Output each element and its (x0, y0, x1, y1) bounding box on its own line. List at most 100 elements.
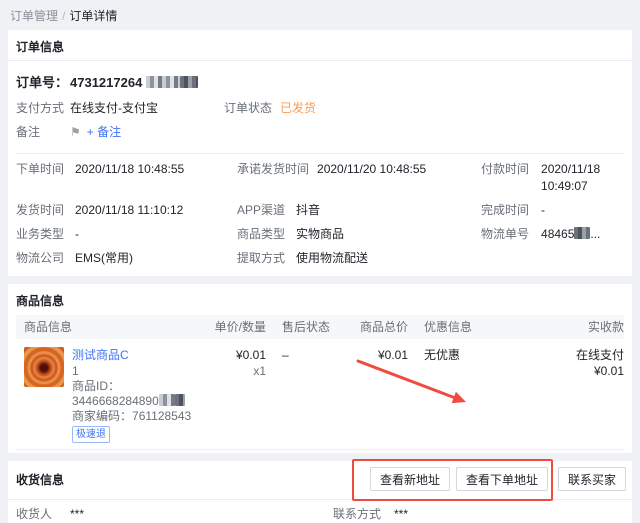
discount-cell: 无优惠 (408, 347, 498, 443)
order-info-body: 订单号：4731217264 支付方式 在线支付-支付宝 订单状态 已发货 备注… (8, 72, 632, 276)
remark-label: 备注 (16, 124, 66, 141)
product-type-field: 商品类型 实物商品 (237, 222, 481, 246)
product-type-label: 商品类型 (237, 226, 288, 243)
product-meta: 测试商品C 1 商品ID：3446668284890 商家编码：76112854… (72, 347, 206, 443)
product-table-header: 商品信息 单价/数量 售后状态 商品总价 优惠信息 实收款 (16, 315, 624, 339)
app-channel-value: 抖音 (296, 202, 320, 219)
product-row: 测试商品C 1 商品ID：3446668284890 商家编码：76112854… (16, 339, 624, 443)
breadcrumb-order-management[interactable]: 订单管理 (10, 9, 58, 23)
delivery-info-title: 收货信息 (16, 471, 370, 488)
order-info-title: 订单信息 (8, 30, 632, 61)
col-header-product-info: 商品信息 (16, 315, 206, 339)
pay-time-field: 付款时间 2020/11/18 10:49:07 (481, 157, 624, 198)
receiver-field: 收货人 *** (16, 502, 333, 523)
complete-time-label: 完成时间 (481, 202, 529, 219)
complete-time-value: - (541, 202, 545, 219)
pickup-method-field: 提取方式 使用物流配送 (237, 246, 481, 270)
contact-buyer-button[interactable]: 联系买家 (558, 467, 626, 491)
business-type-value: - (75, 226, 79, 243)
merchant-code-line: 商家编码：761128543 (72, 409, 206, 424)
tracking-no-suffix: ... (590, 227, 600, 241)
ship-time-field: 发货时间 2020/11/18 11:10:12 (16, 198, 237, 222)
redacted-order-number-block (146, 76, 180, 88)
tracking-no-value: 48465... (541, 226, 600, 243)
product-type-value: 实物商品 (296, 226, 344, 243)
ship-time-value: 2020/11/18 11:10:12 (75, 202, 183, 219)
pickup-method-label: 提取方式 (237, 250, 288, 267)
logistics-company-field: 物流公司 EMS(常用) (16, 246, 237, 270)
logistics-company-value: EMS(常用) (75, 250, 133, 267)
pickup-method-value: 使用物流配送 (296, 250, 368, 267)
payment-type: 在线支付 (498, 347, 624, 363)
tracking-no-field: 物流单号 48465... (481, 222, 624, 246)
delivery-info-header: 收货信息 查看新地址 查看下单地址 联系买家 (8, 461, 632, 499)
product-info-title: 商品信息 (8, 284, 632, 315)
contact-value: *** (394, 506, 408, 523)
product-table: 商品信息 单价/数量 售后状态 商品总价 优惠信息 实收款 测试商品C 1 商品… (8, 315, 632, 443)
view-new-address-button[interactable]: 查看新地址 (370, 467, 450, 491)
order-time-value: 2020/11/18 10:48:55 (75, 161, 184, 178)
delivery-detail-grid: 收货人 *** 联系方式 *** 收货地址 *** 用户留言 - (8, 502, 632, 523)
tracking-no-label: 物流单号 (481, 226, 529, 243)
product-spec: 1 (72, 364, 206, 379)
redacted-product-id-block (175, 394, 185, 406)
receiver-label: 收货人 (16, 506, 66, 523)
aftersale-status-cell: – (266, 347, 348, 443)
order-time-label: 下单时间 (16, 161, 67, 178)
col-header-aftersale-status: 售后状态 (266, 315, 348, 339)
product-thumbnail[interactable] (24, 347, 64, 387)
complete-time-field: 完成时间 - (481, 198, 624, 222)
unit-price-qty-cell: ¥0.01 x1 (206, 347, 266, 443)
col-header-unit-price-qty: 单价/数量 (206, 315, 266, 339)
ship-time-label: 发货时间 (16, 202, 67, 219)
order-time-field: 下单时间 2020/11/18 10:48:55 (16, 157, 237, 198)
remark-field: 备注 ⚑ + 备注 (16, 124, 224, 141)
product-info-panel: 商品信息 商品信息 单价/数量 售后状态 商品总价 优惠信息 实收款 测试商品C… (8, 284, 632, 453)
remark-row: 备注 ⚑ + 备注 (16, 124, 624, 141)
payment-method-field: 支付方式 在线支付-支付宝 (16, 100, 224, 117)
receiver-value: *** (70, 506, 84, 523)
order-number-label: 订单号： (16, 75, 68, 90)
col-header-total-price: 商品总价 (348, 315, 408, 339)
payment-method-value: 在线支付-支付宝 (70, 100, 158, 117)
total-price-cell: ¥0.01 (348, 347, 408, 443)
empty-cell (481, 246, 624, 270)
product-id-line: 商品ID：3446668284890 (72, 379, 206, 409)
paid-amount: ¥0.01 (498, 363, 624, 379)
pay-time-label: 付款时间 (481, 161, 529, 178)
divider (8, 499, 632, 500)
flag-icon[interactable]: ⚑ (70, 124, 81, 141)
col-header-discount-info: 优惠信息 (408, 315, 498, 339)
order-status-label: 订单状态 (224, 100, 272, 117)
business-type-label: 业务类型 (16, 226, 67, 243)
add-remark-link[interactable]: + 备注 (87, 124, 121, 141)
divider (16, 449, 624, 453)
order-number-value: 4731217264 (70, 75, 142, 90)
redacted-tracking-no-block (574, 227, 590, 239)
promise-ship-time-label: 承诺发货时间 (237, 161, 309, 178)
order-status-field: 订单状态 已发货 (224, 100, 316, 117)
logistics-company-label: 物流公司 (16, 250, 67, 267)
product-cell: 测试商品C 1 商品ID：3446668284890 商家编码：76112854… (16, 347, 206, 443)
breadcrumb-separator: / (62, 9, 65, 23)
view-order-address-button[interactable]: 查看下单地址 (456, 467, 548, 491)
order-info-panel: 订单信息 订单号：4731217264 支付方式 在线支付-支付宝 订单状态 已… (8, 30, 632, 276)
delivery-info-panel: 收货信息 查看新地址 查看下单地址 联系买家 收货人 *** 联系方式 *** … (8, 461, 632, 523)
col-header-paid-amount: 实收款 (498, 315, 624, 339)
unit-price: ¥0.01 (206, 347, 266, 363)
divider (16, 153, 624, 154)
order-number-line: 订单号：4731217264 (16, 72, 624, 91)
redacted-order-number-block (180, 76, 198, 88)
delivery-buttons: 查看新地址 查看下单地址 联系买家 (370, 467, 626, 491)
payment-status-row: 支付方式 在线支付-支付宝 订单状态 已发货 (16, 100, 624, 117)
highlighted-buttons: 查看新地址 查看下单地址 (370, 467, 548, 491)
promise-ship-time-field: 承诺发货时间 2020/11/20 10:48:55 (237, 157, 481, 198)
product-name-link[interactable]: 测试商品C (72, 347, 206, 364)
business-type-field: 业务类型 - (16, 222, 237, 246)
redacted-product-id-block (159, 394, 175, 406)
order-detail-grid: 下单时间 2020/11/18 10:48:55 承诺发货时间 2020/11/… (16, 157, 624, 270)
promise-ship-time-value: 2020/11/20 10:48:55 (317, 161, 426, 178)
payment-method-label: 支付方式 (16, 100, 66, 117)
quantity: x1 (206, 363, 266, 379)
contact-field: 联系方式 *** (333, 502, 624, 523)
